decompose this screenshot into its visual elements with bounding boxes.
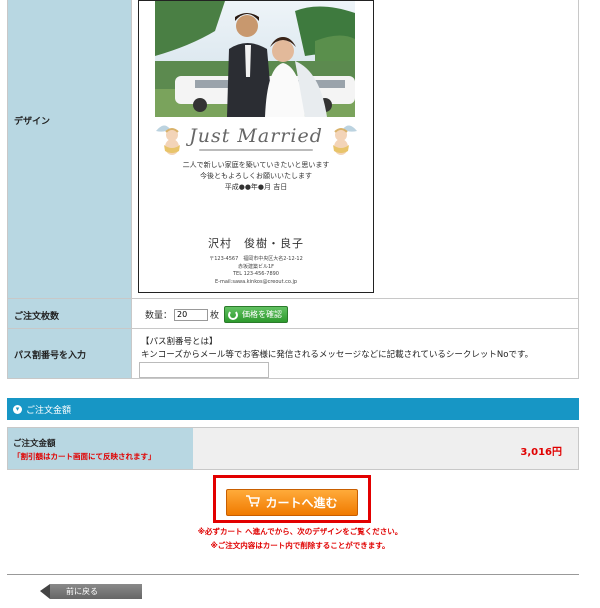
chevron-down-icon: ▾ (13, 404, 22, 414)
cart-note-1: ※必ずカート へ進んでから、次のデザインをご覧ください。 (197, 527, 403, 536)
card-address-line2: 赤坂建築ビル1F (237, 263, 275, 270)
design-label: デザイン (14, 117, 51, 127)
order-total-table: ご注文金額 「割引額はカート画面にて反映されます」 3,016円 (7, 427, 579, 470)
card-address: 〒123-4567 福岡市中央区大名2-12-12 赤坂建築ビル1F TEL 1… (139, 256, 373, 286)
check-price-button[interactable]: 価格を確認 (224, 306, 289, 323)
quantity-label: ご注文枚数 (14, 312, 60, 322)
wedding-photo (155, 1, 355, 117)
passcode-title: 【パス割番号とは】 (141, 337, 218, 347)
passcode-label: パス割番号を入力 (14, 351, 87, 361)
back-button-label: 前に戻る (66, 587, 98, 596)
quantity-unit: 枚 (210, 311, 220, 321)
order-section-title: ご注文金額 (26, 405, 72, 416)
passcode-label-cell: パス割番号を入力 (8, 329, 132, 378)
card-script-title: Just Married (189, 125, 323, 147)
proceed-to-cart-button[interactable]: カートへ進む (226, 489, 358, 516)
card-names: 沢村 俊樹・良子 (208, 237, 304, 250)
refresh-icon (228, 309, 239, 320)
order-section-header: ▾ ご注文金額 (7, 398, 579, 420)
card-address-line4: E-mail:sawa.kinkos@creout.co.jp (214, 278, 298, 285)
quantity-value-cell: 数量： 枚 価格を確認 (132, 299, 578, 328)
cart-icon (246, 495, 261, 510)
quantity-row: ご注文枚数 数量： 枚 価格を確認 (8, 299, 578, 329)
quantity-prefix: 数量： (145, 311, 173, 321)
design-label-cell: デザイン (8, 0, 132, 298)
order-total-value: 3,016円 (520, 447, 562, 458)
card-address-line3: TEL 123-456-7890 (232, 271, 279, 277)
card-message-line2: 今後ともよろしくお願いいたします (200, 172, 312, 180)
order-total-label-cell: ご注文金額 「割引額はカート画面にて反映されます」 (8, 428, 194, 469)
cart-note-2: ※ご注文内容はカート内で削除することができます。 (210, 541, 390, 550)
quantity-label-cell: ご注文枚数 (8, 299, 132, 328)
passcode-row: パス割番号を入力 【パス割番号とは】 キンコーズからメール等でお客様に発信される… (8, 329, 578, 379)
title-swash (199, 149, 313, 151)
proceed-to-cart-label: カートへ進む (265, 496, 338, 510)
back-arrow-icon (40, 584, 50, 599)
card-message-line3: 平成●●年●月 吉日 (224, 183, 288, 191)
check-price-label: 価格を確認 (242, 310, 283, 319)
discount-note: 「割引額はカート画面にて反映されます」 (13, 452, 156, 461)
passcode-value-cell: 【パス割番号とは】 キンコーズからメール等でお客様に発信されるメッセージなどに記… (132, 329, 578, 378)
footer-divider (7, 574, 579, 575)
card-message-line1: 二人で新しい家庭を築いていきたいと思います (182, 161, 330, 169)
quantity-input[interactable] (174, 308, 209, 321)
card-address-line1: 〒123-4567 福岡市中央区大名2-12-12 (209, 256, 303, 262)
passcode-description: キンコーズからメール等でお客様に発信されるメッセージなどに記載されているシークレ… (141, 350, 534, 360)
passcode-input[interactable] (139, 362, 269, 378)
back-button[interactable]: 前に戻る (40, 584, 142, 599)
order-total-value-cell: 3,016円 (193, 428, 578, 469)
design-preview-card: Just Married 二人で新しい家庭を築いていきたいと思います 今後ともよ… (138, 0, 374, 293)
order-total-label: ご注文金額 (13, 439, 56, 449)
